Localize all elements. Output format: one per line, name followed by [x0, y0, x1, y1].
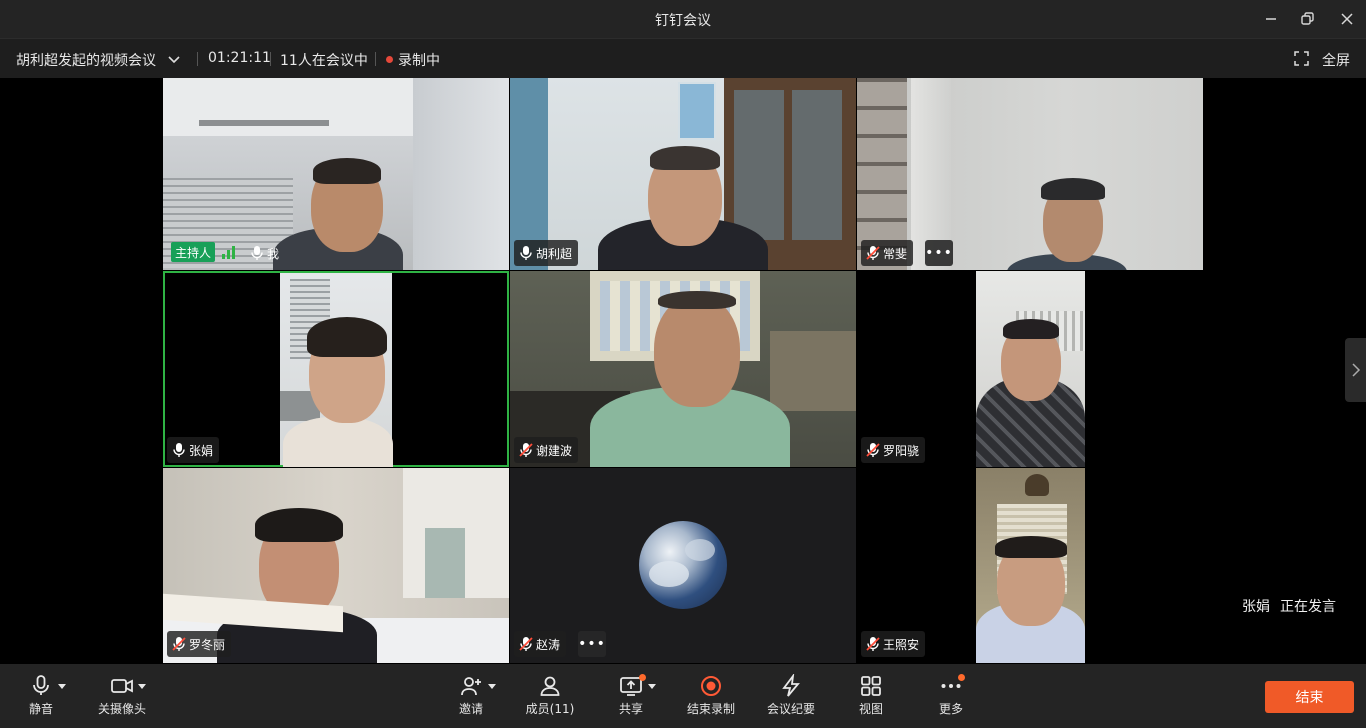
participant-name: 我	[267, 246, 280, 261]
camera-off-button[interactable]: 关摄像头	[94, 664, 150, 728]
participant-name-tag: 常斐	[861, 240, 914, 266]
expand-panel-button[interactable]	[1345, 338, 1366, 402]
notification-dot	[639, 674, 646, 681]
members-icon	[540, 676, 560, 696]
participant-name: 胡利超	[536, 246, 573, 261]
participant-count: 11人在会议中	[280, 53, 368, 69]
more-options-button[interactable]: •••	[578, 631, 606, 657]
close-icon[interactable]	[1336, 8, 1358, 30]
participant-name-tag: 我	[245, 240, 285, 266]
minimize-icon[interactable]	[1260, 8, 1282, 30]
fullscreen-icon[interactable]	[1294, 51, 1309, 66]
divider	[197, 52, 198, 66]
participant-name: 赵涛	[536, 637, 561, 652]
participant-name: 罗冬丽	[189, 637, 226, 652]
caret-down-icon[interactable]	[648, 684, 656, 690]
active-speaker-indicator: 张娟 正在发言	[1242, 596, 1336, 616]
participant-name-tag: 谢建波	[514, 437, 579, 463]
microphone-muted-icon	[866, 246, 880, 260]
speaking-status: 正在发言	[1280, 599, 1336, 615]
microphone-muted-icon	[866, 637, 880, 651]
microphone-muted-icon	[172, 637, 186, 651]
video-tile[interactable]: 常斐 •••	[857, 78, 1203, 270]
participant-name-tag: 张娟	[167, 437, 220, 463]
caret-down-icon[interactable]	[138, 684, 146, 690]
microphone-muted-icon	[866, 443, 880, 457]
mute-button[interactable]: 静音	[18, 664, 64, 728]
participant-name-tag: 罗阳骁	[861, 437, 926, 463]
divider	[375, 52, 376, 66]
video-grid: 主持人 我 胡利超 常斐 ••• 张娟 谢建波 罗阳骁 罗冬丽 赵涛 ••• 王…	[0, 78, 1366, 664]
meeting-title[interactable]: 胡利超发起的视频会议	[16, 50, 156, 70]
video-tile[interactable]: 主持人 我	[163, 78, 509, 270]
record-dot-icon	[386, 55, 393, 63]
add-user-icon	[461, 677, 481, 696]
video-tile[interactable]: 罗阳骁	[857, 271, 1203, 467]
video-tile[interactable]: 赵涛 •••	[510, 468, 856, 663]
microphone-icon	[520, 246, 532, 260]
video-tile-active-speaker[interactable]: 张娟	[163, 271, 509, 467]
participant-name-tag: 赵涛	[514, 631, 567, 657]
caret-down-icon[interactable]	[488, 684, 496, 690]
meeting-info-bar: 胡利超发起的视频会议 01:21:11 11人在会议中 录制中 全屏	[0, 38, 1366, 78]
participant-name-tag: 罗冬丽	[167, 631, 232, 657]
end-recording-button[interactable]: 结束录制	[684, 664, 738, 728]
lightning-icon	[782, 674, 800, 697]
participant-name: 王照安	[883, 637, 920, 652]
title-bar: 钉钉会议	[0, 0, 1366, 38]
grid-view-icon	[861, 676, 881, 696]
record-stop-icon	[701, 676, 721, 696]
signal-strength-icon	[222, 246, 235, 259]
more-options-button[interactable]: •••	[925, 240, 953, 266]
caret-down-icon[interactable]	[58, 684, 66, 690]
end-meeting-button[interactable]: 结束	[1265, 681, 1354, 713]
window-title: 钉钉会议	[655, 13, 711, 29]
microphone-icon	[33, 675, 49, 695]
participant-name: 谢建波	[536, 443, 573, 458]
camera-icon	[111, 679, 133, 693]
invite-button[interactable]: 邀请	[452, 664, 490, 728]
view-button[interactable]: 视图	[855, 664, 887, 728]
participant-name: 张娟	[189, 443, 214, 458]
microphone-muted-icon	[519, 443, 533, 457]
participant-name: 常斐	[883, 246, 908, 261]
notification-dot	[958, 674, 965, 681]
video-tile[interactable]: 胡利超	[510, 78, 856, 270]
chevron-right-icon	[1351, 363, 1360, 377]
meeting-minutes-button[interactable]: 会议纪要	[765, 664, 817, 728]
video-tile[interactable]: 谢建波	[510, 271, 856, 467]
recording-status: 录制中	[386, 50, 440, 70]
participant-name: 罗阳骁	[883, 443, 920, 458]
speaker-name: 张娟	[1242, 599, 1270, 615]
participant-name-tag: 王照安	[861, 631, 926, 657]
chevron-down-icon[interactable]	[166, 51, 182, 67]
fullscreen-button[interactable]: 全屏	[1322, 50, 1350, 70]
meeting-toolbar: 静音 关摄像头 邀请 成员(11) 共享 结束录制 会议纪要 视图 更多 结束	[0, 664, 1366, 728]
microphone-icon	[251, 246, 263, 260]
host-badge: 主持人	[171, 242, 216, 262]
microphone-muted-icon	[519, 637, 533, 651]
microphone-icon	[173, 443, 185, 457]
video-tile[interactable]: 罗冬丽	[163, 468, 509, 663]
participant-avatar	[639, 521, 727, 609]
divider	[270, 52, 271, 66]
participant-name-tag: 胡利超	[514, 240, 579, 266]
restore-icon[interactable]	[1296, 8, 1318, 30]
video-tile[interactable]: 王照安	[857, 468, 1203, 663]
meeting-timer: 01:21:11	[208, 50, 271, 66]
members-button[interactable]: 成员(11)	[524, 664, 576, 728]
